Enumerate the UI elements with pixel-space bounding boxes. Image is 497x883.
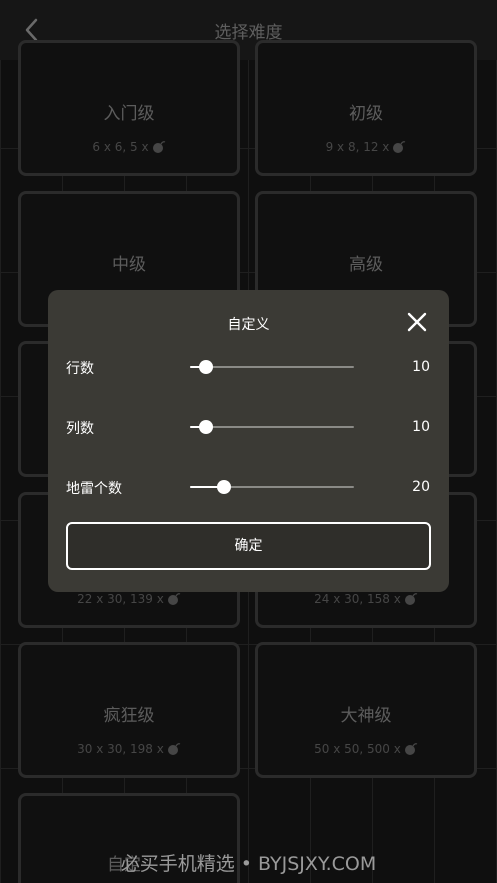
close-icon [407,312,427,332]
columns-label: 列数 [66,421,94,437]
columns-setting: 列数 10 [66,412,431,442]
confirm-button[interactable]: 确定 [66,522,431,570]
mines-slider[interactable] [190,477,354,497]
mines-setting: 地雷个数 20 [66,472,431,502]
slider-thumb[interactable] [217,480,232,494]
rows-label: 行数 [66,361,94,377]
slider-thumb[interactable] [199,420,214,434]
rows-setting: 行数 10 [66,352,431,382]
columns-slider[interactable] [190,417,354,437]
mines-value: 20 [412,479,430,495]
rows-value: 10 [412,359,430,375]
dialog-title: 自定义 [227,317,270,333]
slider-thumb[interactable] [199,360,214,374]
close-button[interactable] [405,310,429,334]
columns-value: 10 [412,419,430,435]
watermark: 必买手机精选 • BYJSJXY.COM [120,853,377,875]
rows-slider[interactable] [190,357,354,377]
mines-label: 地雷个数 [66,481,122,497]
custom-dialog: 自定义 行数 10 列数 10 地雷个数 20 确定 [48,290,449,592]
